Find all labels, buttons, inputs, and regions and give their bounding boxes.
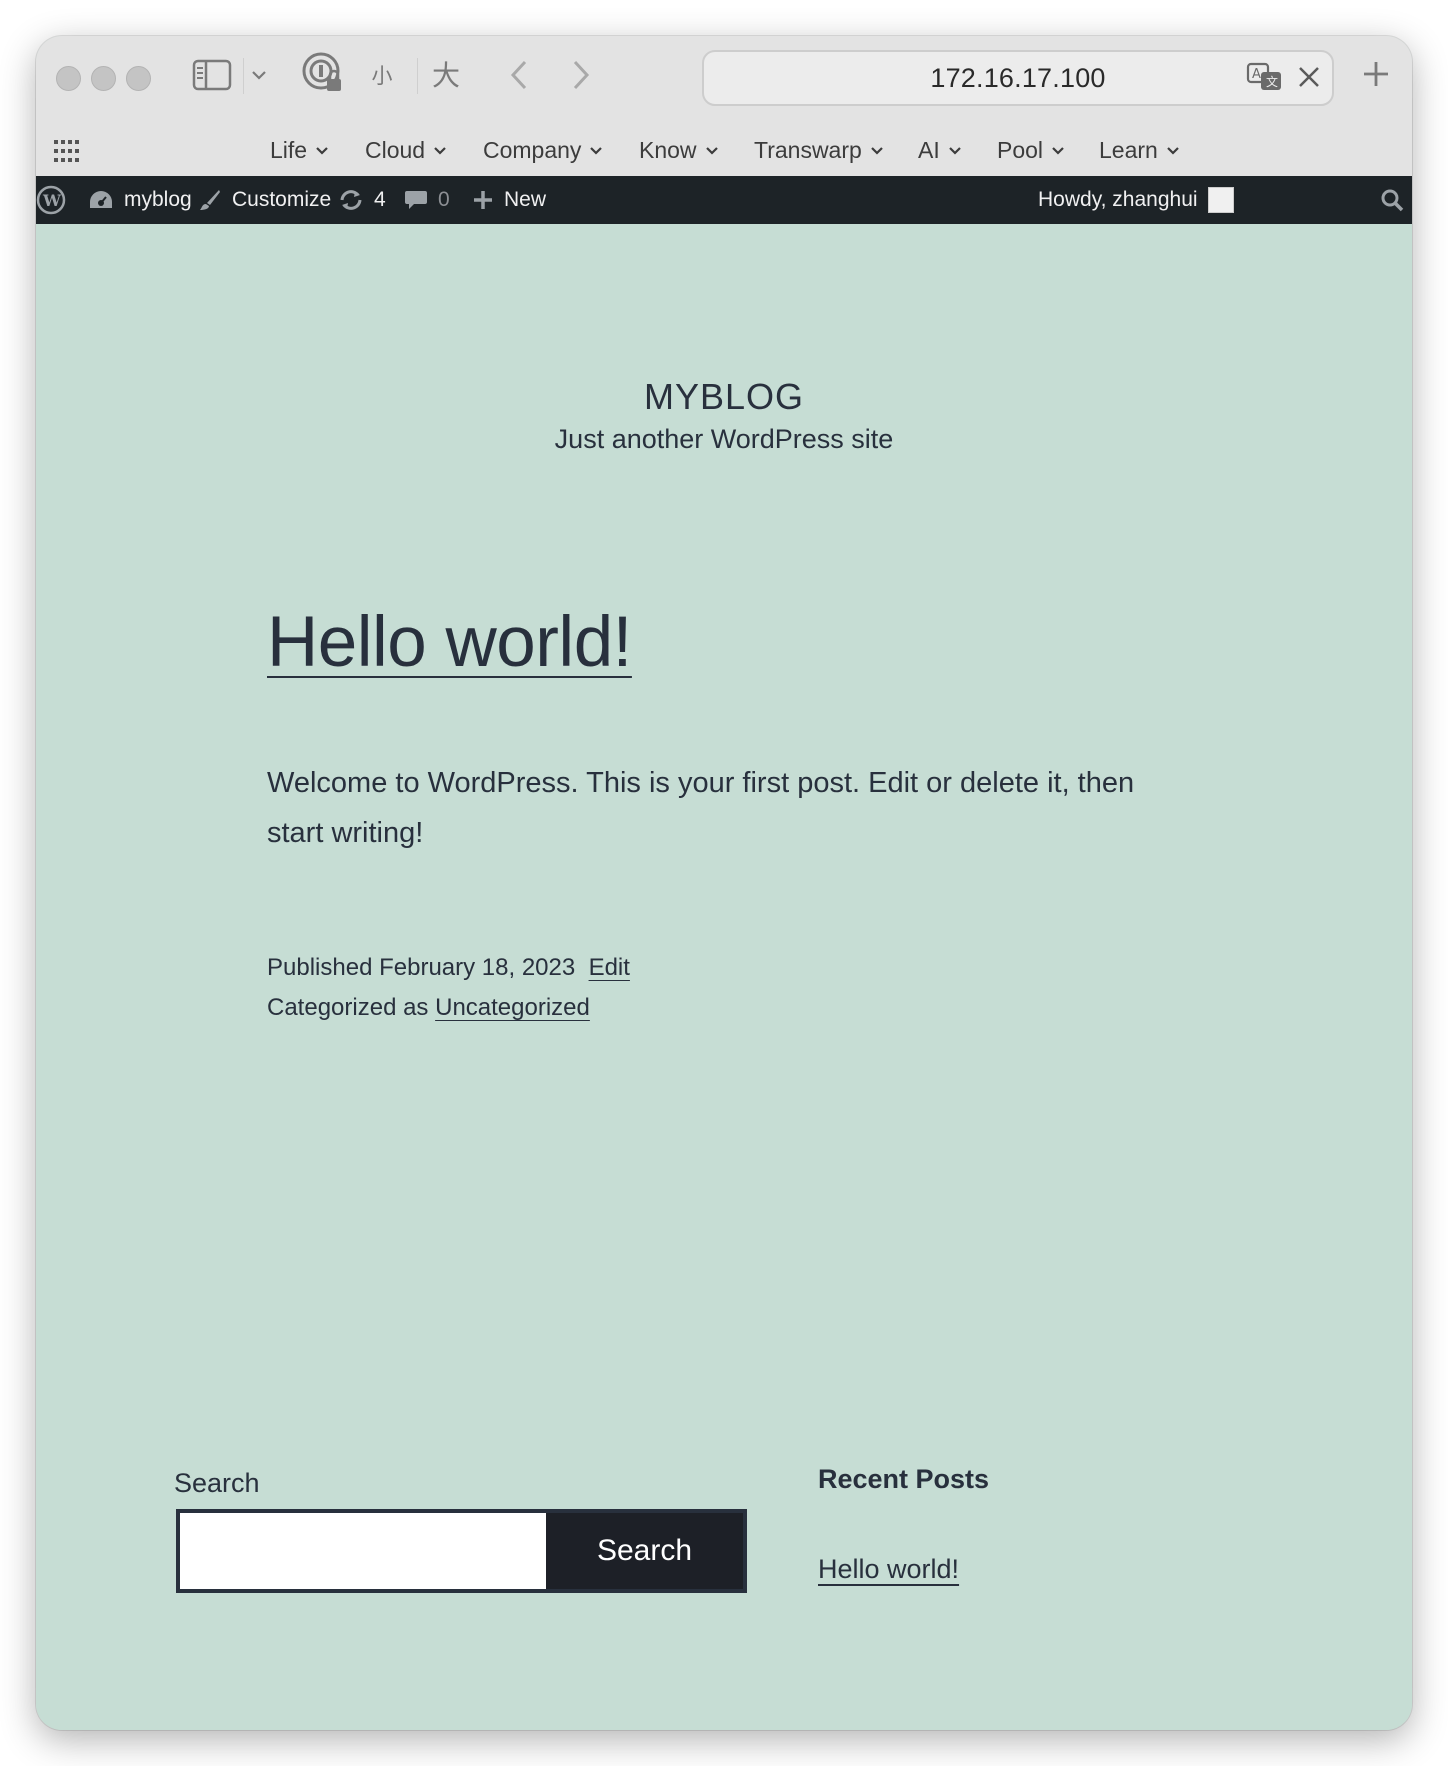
toolbar-divider <box>243 58 244 94</box>
chevron-down-icon <box>590 147 603 155</box>
new-label: New <box>504 188 547 211</box>
toolbar-divider <box>417 58 418 94</box>
bookmark-folder-cloud[interactable]: Cloud <box>365 128 447 172</box>
chevron-down-icon <box>316 147 328 155</box>
bookmark-folder-know[interactable]: Know <box>639 128 719 172</box>
bookmark-folder-company[interactable]: Company <box>483 128 603 172</box>
chevron-down-icon <box>705 147 718 155</box>
bookmark-folder-ai[interactable]: AI <box>918 128 962 172</box>
chevron-down-icon <box>1167 147 1179 155</box>
privacy-lock-icon[interactable] <box>300 50 346 96</box>
browser-toolbar: 小 大 172.16.17.100 A文 Life Cloud Company … <box>36 36 1412 176</box>
brush-icon <box>200 190 220 210</box>
bookmark-label: Cloud <box>365 136 426 163</box>
bookmark-label: Know <box>639 136 697 163</box>
howdy-label: Howdy, zhanghui <box>1038 188 1198 211</box>
published-prefix: Published <box>267 954 373 981</box>
recent-post-link[interactable]: Hello world! <box>818 1554 959 1585</box>
customize-label: Customize <box>232 188 332 211</box>
translate-icon[interactable]: A文 <box>1246 62 1284 97</box>
minimize-window-button[interactable] <box>91 66 116 91</box>
post-meta: Published February 18, 2023 Edit Categor… <box>267 948 630 1028</box>
comments-link[interactable]: 0 <box>404 176 450 224</box>
dashboard-icon <box>90 191 112 208</box>
customize-link[interactable]: Customize <box>198 176 331 224</box>
site-title[interactable]: MYBLOG <box>36 376 1412 418</box>
category-link[interactable]: Uncategorized <box>435 994 590 1021</box>
updates-link[interactable]: 4 <box>338 176 386 224</box>
comments-count: 0 <box>438 188 450 211</box>
bookmark-label: Transwarp <box>754 136 862 163</box>
updates-count: 4 <box>374 188 386 211</box>
published-line: Published February 18, 2023 Edit <box>267 948 630 988</box>
category-line: Categorized as Uncategorized <box>267 988 630 1028</box>
site-name: myblog <box>124 188 192 211</box>
bookmark-folder-learn[interactable]: Learn <box>1099 128 1180 172</box>
plus-icon <box>474 191 492 209</box>
search-button[interactable]: Search <box>546 1513 743 1589</box>
avatar <box>1207 187 1234 213</box>
site-description: Just another WordPress site <box>554 424 894 454</box>
bookmark-label: Life <box>270 136 308 163</box>
wp-admin-bar: W myblog Customize 4 0 New Howdy, zhangh… <box>36 176 1412 224</box>
chevron-down-icon <box>948 147 961 155</box>
address-text: 172.16.17.100 <box>930 62 1106 93</box>
browser-window: 小 大 172.16.17.100 A文 Life Cloud Company … <box>36 36 1412 1730</box>
new-content-link[interactable]: New <box>472 176 546 224</box>
site-name-link[interactable]: myblog <box>88 176 192 224</box>
svg-text:W: W <box>42 191 62 210</box>
wordpress-logo-icon[interactable]: W <box>36 176 66 224</box>
bookmark-label: Company <box>483 136 582 163</box>
address-bar[interactable]: 172.16.17.100 A文 <box>702 50 1334 106</box>
sidebar-toggle-icon[interactable] <box>191 54 233 96</box>
svg-text:文: 文 <box>1266 74 1278 89</box>
published-date: February 18, 2023 <box>379 954 576 981</box>
bookmark-folder-transwarp[interactable]: Transwarp <box>754 128 884 172</box>
close-icon[interactable] <box>1296 64 1322 95</box>
svg-text:A: A <box>1252 67 1261 82</box>
zoom-window-button[interactable] <box>126 66 151 91</box>
page-content: MYBLOG Just another WordPress site Hello… <box>36 224 1412 1730</box>
search-icon[interactable] <box>1380 176 1404 224</box>
font-larger-button[interactable]: 大 <box>426 54 466 94</box>
close-window-button[interactable] <box>56 66 81 91</box>
category-prefix: Categorized as <box>267 994 429 1021</box>
edit-link[interactable]: Edit <box>589 954 630 981</box>
search-input[interactable] <box>180 1513 546 1589</box>
forward-icon[interactable] <box>566 56 596 94</box>
bookmark-label: Learn <box>1099 136 1158 163</box>
comment-bubble-icon <box>405 191 427 209</box>
search-label: Search <box>174 1468 260 1498</box>
refresh-icon <box>340 190 362 210</box>
chevron-down-icon[interactable] <box>248 62 270 88</box>
font-smaller-button[interactable]: 小 <box>366 58 398 92</box>
grid-apps-icon[interactable] <box>52 136 82 166</box>
new-tab-icon[interactable] <box>1356 54 1396 94</box>
bookmark-folder-life[interactable]: Life <box>270 128 329 172</box>
bookmark-folder-pool[interactable]: Pool <box>997 128 1065 172</box>
post-content: Welcome to WordPress. This is your first… <box>267 767 1135 849</box>
post-title-link[interactable]: Hello world! <box>267 602 632 683</box>
chevron-down-icon <box>871 147 883 155</box>
my-account-link[interactable]: Howdy, zhanghui <box>1038 176 1234 224</box>
chevron-down-icon <box>1052 147 1064 155</box>
chevron-down-icon <box>434 147 446 155</box>
bookmarks-bar: Life Cloud Company Know Transwarp AI Poo… <box>36 128 1412 172</box>
search-form: Search <box>176 1509 747 1593</box>
bookmark-label: Pool <box>997 136 1044 163</box>
back-icon[interactable] <box>504 56 534 94</box>
bookmark-label: AI <box>918 136 940 163</box>
recent-posts-heading: Recent Posts <box>818 1464 990 1494</box>
